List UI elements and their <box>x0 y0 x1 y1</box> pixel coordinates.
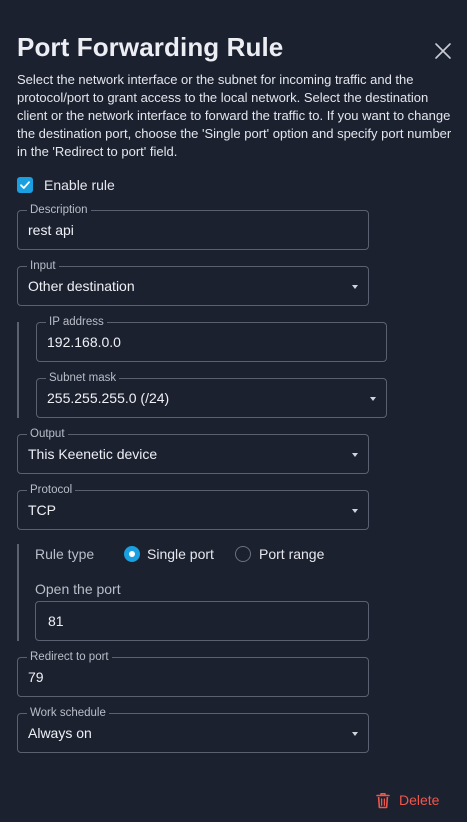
input-subgroup-divider <box>17 322 19 418</box>
output-select[interactable]: Output This Keenetic device <box>17 427 369 474</box>
single-port-radio[interactable] <box>124 546 140 562</box>
dialog-description: Select the network interface or the subn… <box>17 72 452 159</box>
port-range-radio[interactable] <box>235 546 251 562</box>
protocol-select[interactable]: Protocol TCP <box>17 483 369 530</box>
page-title: Port Forwarding Rule <box>17 32 284 62</box>
enable-rule-label: Enable rule <box>44 177 115 193</box>
checkmark-icon <box>20 181 30 189</box>
port-range-label[interactable]: Port range <box>259 546 324 562</box>
redirect-port-label: Redirect to port <box>27 650 112 664</box>
close-button[interactable] <box>433 41 453 61</box>
redirect-port-field[interactable]: Redirect to port 79 <box>17 650 369 697</box>
delete-button[interactable]: Delete <box>376 791 439 809</box>
single-port-label[interactable]: Single port <box>147 546 214 562</box>
caret-down-icon <box>352 732 358 736</box>
open-port-field[interactable]: 81 <box>35 601 369 641</box>
protocol-select-label: Protocol <box>27 483 76 497</box>
work-schedule-label: Work schedule <box>27 706 109 720</box>
input-select[interactable]: Input Other destination <box>17 259 369 306</box>
caret-down-icon <box>352 509 358 513</box>
close-icon <box>435 43 451 59</box>
input-select-label: Input <box>27 259 59 273</box>
open-port-value: 81 <box>48 613 64 629</box>
work-schedule-value: Always on <box>28 725 92 741</box>
description-field[interactable]: Description rest api <box>17 203 369 250</box>
ip-address-field[interactable]: IP address 192.168.0.0 <box>36 315 387 362</box>
input-select-value: Other destination <box>28 278 135 294</box>
delete-label: Delete <box>399 792 440 808</box>
description-field-value: rest api <box>28 222 74 238</box>
ip-address-value: 192.168.0.0 <box>47 334 121 350</box>
rule-type-label: Rule type <box>35 546 95 562</box>
subnet-mask-label: Subnet mask <box>46 371 120 385</box>
open-port-label: Open the port <box>35 581 121 597</box>
work-schedule-select[interactable]: Work schedule Always on <box>17 706 369 753</box>
caret-down-icon <box>370 397 376 401</box>
output-select-label: Output <box>27 427 68 441</box>
trash-icon <box>376 792 390 808</box>
ip-address-label: IP address <box>46 315 107 329</box>
subnet-mask-select[interactable]: Subnet mask 255.255.255.0 (/24) <box>36 371 387 418</box>
protocol-subgroup-divider <box>17 544 19 641</box>
caret-down-icon <box>352 285 358 289</box>
description-field-label: Description <box>27 203 91 217</box>
redirect-port-value: 79 <box>28 669 44 685</box>
protocol-select-value: TCP <box>28 502 56 518</box>
output-select-value: This Keenetic device <box>28 446 158 462</box>
subnet-mask-value: 255.255.255.0 (/24) <box>47 390 170 406</box>
checkbox-box[interactable] <box>17 177 33 193</box>
enable-rule-checkbox[interactable]: Enable rule <box>17 176 115 194</box>
caret-down-icon <box>352 453 358 457</box>
